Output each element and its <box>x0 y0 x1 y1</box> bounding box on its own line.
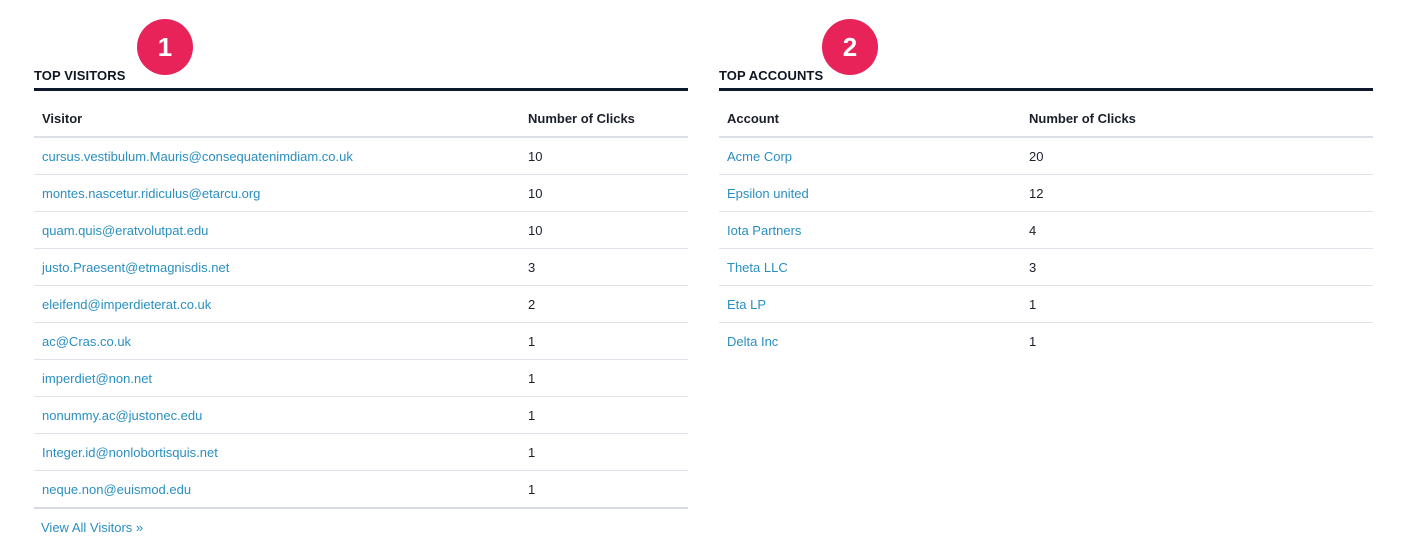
table-row: montes.nascetur.ridiculus@etarcu.org 10 <box>34 174 688 212</box>
clicks-cell: 1 <box>520 359 688 397</box>
account-link[interactable]: Epsilon united <box>727 186 809 201</box>
visitor-link[interactable]: ac@Cras.co.uk <box>42 334 131 349</box>
title-divider <box>34 88 688 91</box>
visitor-link[interactable]: cursus.vestibulum.Mauris@consequatenimdi… <box>42 149 353 164</box>
name-cell: Epsilon united <box>719 174 1021 212</box>
table-row: eleifend@imperdieterat.co.uk 2 <box>34 285 688 323</box>
clicks-cell: 1 <box>1021 285 1373 323</box>
clicks-cell: 20 <box>1021 137 1373 175</box>
account-link[interactable]: Iota Partners <box>727 223 801 238</box>
visitor-link[interactable]: Integer.id@nonlobortisquis.net <box>42 445 218 460</box>
name-cell: Acme Corp <box>719 137 1021 175</box>
name-cell: imperdiet@non.net <box>34 359 520 397</box>
visitor-link[interactable]: eleifend@imperdieterat.co.uk <box>42 297 211 312</box>
table-row: Integer.id@nonlobortisquis.net 1 <box>34 433 688 471</box>
name-cell: cursus.vestibulum.Mauris@consequatenimdi… <box>34 137 520 175</box>
table-row: justo.Praesent@etmagnisdis.net 3 <box>34 248 688 286</box>
visitor-link[interactable]: imperdiet@non.net <box>42 371 152 386</box>
clicks-cell: 12 <box>1021 174 1373 212</box>
name-cell: Eta LP <box>719 285 1021 323</box>
table-row: nonummy.ac@justonec.edu 1 <box>34 396 688 434</box>
clicks-cell: 3 <box>1021 248 1373 286</box>
clicks-cell: 1 <box>520 470 688 509</box>
top-accounts-title: TOP ACCOUNTS <box>719 68 824 83</box>
name-cell: neque.non@euismod.edu <box>34 470 520 509</box>
table-row: Delta Inc 1 <box>719 323 1373 360</box>
top-visitors-title: TOP VISITORS <box>34 68 126 83</box>
visitor-link[interactable]: neque.non@euismod.edu <box>42 482 191 497</box>
name-cell: Integer.id@nonlobortisquis.net <box>34 433 520 471</box>
clicks-cell: 10 <box>520 137 688 175</box>
account-link[interactable]: Delta Inc <box>727 334 778 349</box>
name-cell: Theta LLC <box>719 248 1021 286</box>
name-cell: eleifend@imperdieterat.co.uk <box>34 285 520 323</box>
clicks-cell: 3 <box>520 248 688 286</box>
table-row: imperdiet@non.net 1 <box>34 359 688 397</box>
account-link[interactable]: Theta LLC <box>727 260 788 275</box>
clicks-cell: 10 <box>520 174 688 212</box>
column-header-account: Account <box>719 100 1021 138</box>
title-divider <box>719 88 1373 91</box>
table-row: Eta LP 1 <box>719 285 1373 323</box>
table-header-row: Visitor Number of Clicks <box>34 100 688 138</box>
name-cell: Iota Partners <box>719 211 1021 249</box>
table-row: cursus.vestibulum.Mauris@consequatenimdi… <box>34 137 688 175</box>
view-all-visitors-link[interactable]: View All Visitors » <box>41 520 143 535</box>
clicks-cell: 1 <box>520 322 688 360</box>
name-cell: justo.Praesent@etmagnisdis.net <box>34 248 520 286</box>
name-cell: Delta Inc <box>719 323 1021 360</box>
clicks-cell: 10 <box>520 211 688 249</box>
table-row: neque.non@euismod.edu 1 <box>34 470 688 509</box>
step-badge-1: 1 <box>137 19 193 75</box>
visitor-link[interactable]: montes.nascetur.ridiculus@etarcu.org <box>42 186 260 201</box>
table-header-row: Account Number of Clicks <box>719 100 1373 138</box>
table-row: Epsilon united 12 <box>719 174 1373 212</box>
table-row: quam.quis@eratvolutpat.edu 10 <box>34 211 688 249</box>
clicks-cell: 2 <box>520 285 688 323</box>
name-cell: nonummy.ac@justonec.edu <box>34 396 520 434</box>
visitor-link[interactable]: justo.Praesent@etmagnisdis.net <box>42 260 229 275</box>
clicks-cell: 1 <box>1029 333 1037 349</box>
table-row: Acme Corp 20 <box>719 137 1373 175</box>
table-row: Iota Partners 4 <box>719 211 1373 249</box>
column-header-clicks: Number of Clicks <box>520 100 688 138</box>
column-header-clicks: Number of Clicks <box>1021 100 1373 138</box>
column-header-visitor: Visitor <box>34 100 520 138</box>
visitor-link[interactable]: nonummy.ac@justonec.edu <box>42 408 202 423</box>
table-row: ac@Cras.co.uk 1 <box>34 322 688 360</box>
clicks-cell: 1 <box>520 433 688 471</box>
name-cell: quam.quis@eratvolutpat.edu <box>34 211 520 249</box>
account-link[interactable]: Acme Corp <box>727 149 792 164</box>
top-accounts-table: Account Number of Clicks Acme Corp 20 Epsi… <box>719 100 1373 359</box>
table-row: Theta LLC 3 <box>719 248 1373 286</box>
step-badge-2: 2 <box>822 19 878 75</box>
clicks-cell: 1 <box>520 396 688 434</box>
name-cell: ac@Cras.co.uk <box>34 322 520 360</box>
top-visitors-table: Visitor Number of Clicks cursus.vestibul… <box>34 100 688 509</box>
account-link[interactable]: Eta LP <box>727 297 766 312</box>
name-cell: montes.nascetur.ridiculus@etarcu.org <box>34 174 520 212</box>
clicks-cell: 4 <box>1021 211 1373 249</box>
visitor-link[interactable]: quam.quis@eratvolutpat.edu <box>42 223 208 238</box>
